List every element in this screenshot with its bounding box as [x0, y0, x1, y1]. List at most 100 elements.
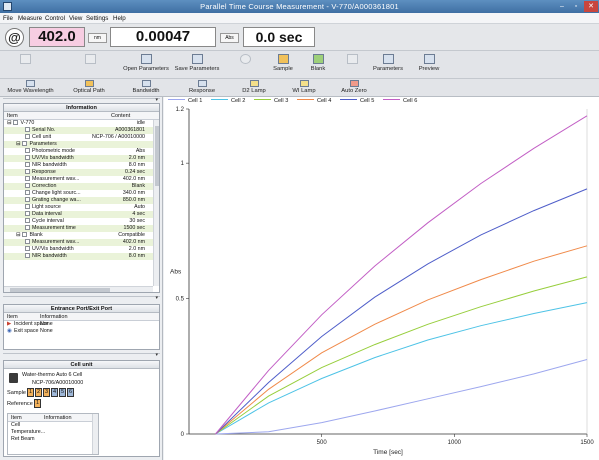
sample-cell-2[interactable]: 2 — [35, 388, 42, 397]
maximize-button[interactable]: ▫ — [569, 1, 583, 12]
tree-node-icon — [25, 162, 30, 167]
tree-row[interactable]: Serial No. A000361801 — [4, 127, 159, 134]
minimize-button[interactable]: – — [555, 1, 569, 12]
tree-row-value: 30 sec — [129, 218, 145, 224]
tree-row[interactable]: Measurement time 1500 sec — [4, 225, 159, 232]
bandwidth-button[interactable]: Bandwidth — [122, 80, 170, 96]
panel-splitter[interactable]: ▾ — [3, 352, 160, 358]
panel-splitter[interactable]: ▾ — [3, 97, 160, 103]
blank-button[interactable]: Blank — [303, 53, 333, 77]
panel-splitter[interactable]: ▾ — [3, 295, 160, 301]
x-tick-label: 500 — [317, 440, 328, 446]
col-item[interactable]: Item — [7, 314, 18, 320]
tree-row[interactable]: Grating change wa... 850.0 nm — [4, 197, 159, 204]
cell-info-vscroll[interactable] — [92, 414, 98, 454]
tree-row[interactable]: Data interval 4 sec — [4, 211, 159, 218]
tree-row[interactable]: Cycle interval 30 sec — [4, 218, 159, 225]
col-content[interactable]: Content — [111, 113, 130, 119]
scroll-thumb[interactable] — [155, 126, 159, 186]
wi-lamp-button[interactable]: WI Lamp — [284, 80, 324, 96]
tree-node-icon — [25, 253, 30, 258]
menu-measure[interactable]: Measure — [18, 15, 42, 22]
preview-button[interactable]: Preview — [412, 53, 446, 77]
scroll-thumb[interactable] — [10, 288, 110, 292]
menu-help[interactable]: Help — [113, 15, 126, 22]
time-display: 0.0 sec — [243, 27, 315, 47]
print-button[interactable] — [337, 53, 367, 77]
sample-cell-6[interactable]: 6 — [67, 388, 74, 397]
tree-row-label: Cycle interval — [32, 218, 64, 224]
reference-cell-1[interactable]: 1 — [34, 399, 41, 408]
tree-row[interactable]: ⊟ Blank Compatible — [4, 232, 159, 239]
menu-file[interactable]: File — [3, 15, 13, 22]
sample-cell-selector: 1 2 3 4 5 6 — [27, 388, 77, 398]
tree-row[interactable]: UV/Vis bandwidth 2.0 nm — [4, 155, 159, 162]
sample-cell-3[interactable]: 3 — [43, 388, 50, 397]
list-item[interactable]: ▶ Incident space None — [4, 321, 159, 328]
table-button[interactable] — [70, 53, 110, 77]
tree-row[interactable]: Cell unit NCP-706 / A00010000 — [4, 134, 159, 141]
d2-lamp-button[interactable]: D2 Lamp — [234, 80, 274, 96]
tree-row[interactable]: Light source Auto — [4, 204, 159, 211]
parameters-button[interactable]: Parameters — [369, 53, 407, 77]
list-item[interactable]: Temperature... — [8, 429, 98, 436]
tree-row-value: 8.0 nm — [128, 253, 145, 259]
bandwidth-icon — [141, 80, 151, 87]
list-item[interactable]: ◉ Exit space None — [4, 328, 159, 335]
tree-row-label: UV/Vis bandwidth — [32, 155, 74, 161]
information-vscroll[interactable] — [153, 120, 159, 286]
tree-row[interactable]: Change light sourc... 340.0 nm — [4, 190, 159, 197]
tree-row[interactable]: Measurement wav... 402.0 nm — [4, 176, 159, 183]
col-item[interactable]: Item — [11, 415, 22, 421]
tree-row[interactable]: NIR bandwidth 8.0 nm — [4, 253, 159, 260]
tree-row[interactable]: Measurement wav... 402.0 nm — [4, 239, 159, 246]
sample-button[interactable]: Sample — [267, 53, 299, 77]
measure-icon — [19, 54, 31, 64]
tree-row[interactable]: Response 0.24 sec — [4, 169, 159, 176]
move-wavelength-button[interactable]: Move Wavelength — [3, 80, 58, 96]
collapse-icon[interactable]: ⊟ — [16, 232, 20, 238]
col-information[interactable]: Information — [40, 314, 68, 320]
auto-zero-button[interactable]: Auto Zero — [334, 80, 374, 96]
collapse-icon[interactable]: ⊟ — [16, 141, 20, 147]
tree-row-value: A000361801 — [114, 127, 145, 133]
optical-path-button[interactable]: Optical Path — [64, 80, 114, 96]
stop-button[interactable] — [230, 53, 260, 77]
measure-button[interactable] — [5, 53, 45, 77]
tree-row[interactable]: ⊟ V-770 idle — [4, 120, 159, 127]
sample-cell-1[interactable]: 1 — [27, 388, 34, 397]
save-parameters-button[interactable]: Save Parameters — [172, 53, 222, 77]
tree-row[interactable]: UV/Vis bandwidth 2.0 nm — [4, 246, 159, 253]
information-hscroll[interactable] — [4, 286, 153, 292]
tree-row[interactable]: NIR bandwidth 8.0 nm — [4, 162, 159, 169]
collapse-icon[interactable]: ⊟ — [7, 120, 11, 126]
pin-icon[interactable]: ▾ — [155, 295, 158, 301]
list-item[interactable]: Ret Beam — [8, 436, 98, 443]
tree-row-label: Measurement time — [32, 225, 76, 231]
sample-cell-4[interactable]: 4 — [51, 388, 58, 397]
menu-bar: File Measure Control View Settings Help — [0, 13, 599, 24]
blank-icon — [312, 54, 324, 64]
tree-row-label: Measurement wav... — [32, 239, 80, 245]
tree-row[interactable]: Photometric mode Abs — [4, 148, 159, 155]
cell-info-header: Item Information — [8, 414, 98, 422]
close-button[interactable]: ✕ — [584, 1, 598, 12]
list-item[interactable]: Cell — [8, 422, 98, 429]
response-button[interactable]: Response — [180, 80, 224, 96]
tree-row-label: NIR bandwidth — [32, 253, 67, 259]
menu-control[interactable]: Control — [45, 15, 65, 22]
col-information[interactable]: Information — [44, 415, 72, 421]
wi-lamp-icon — [299, 80, 309, 87]
information-tree[interactable]: ⊟ V-770 idle Serial No. A000361801 Cell unit N… — [4, 120, 159, 260]
tree-row[interactable]: ⊟ Parameters — [4, 141, 159, 148]
menu-view[interactable]: View — [69, 15, 82, 22]
tree-node-icon — [25, 134, 30, 139]
cell-holder-icon — [9, 373, 18, 383]
pin-icon[interactable]: ▾ — [155, 352, 158, 358]
absorbance-time-chart[interactable]: 0 0.5 1 1.2 500 1000 1500 Abs Time [sec] — [164, 97, 599, 460]
menu-settings[interactable]: Settings — [86, 15, 108, 22]
col-item[interactable]: Item — [7, 113, 18, 119]
sample-cell-5[interactable]: 5 — [59, 388, 66, 397]
tree-row[interactable]: Correction Blank — [4, 183, 159, 190]
open-parameters-button[interactable]: Open Parameters — [121, 53, 171, 77]
